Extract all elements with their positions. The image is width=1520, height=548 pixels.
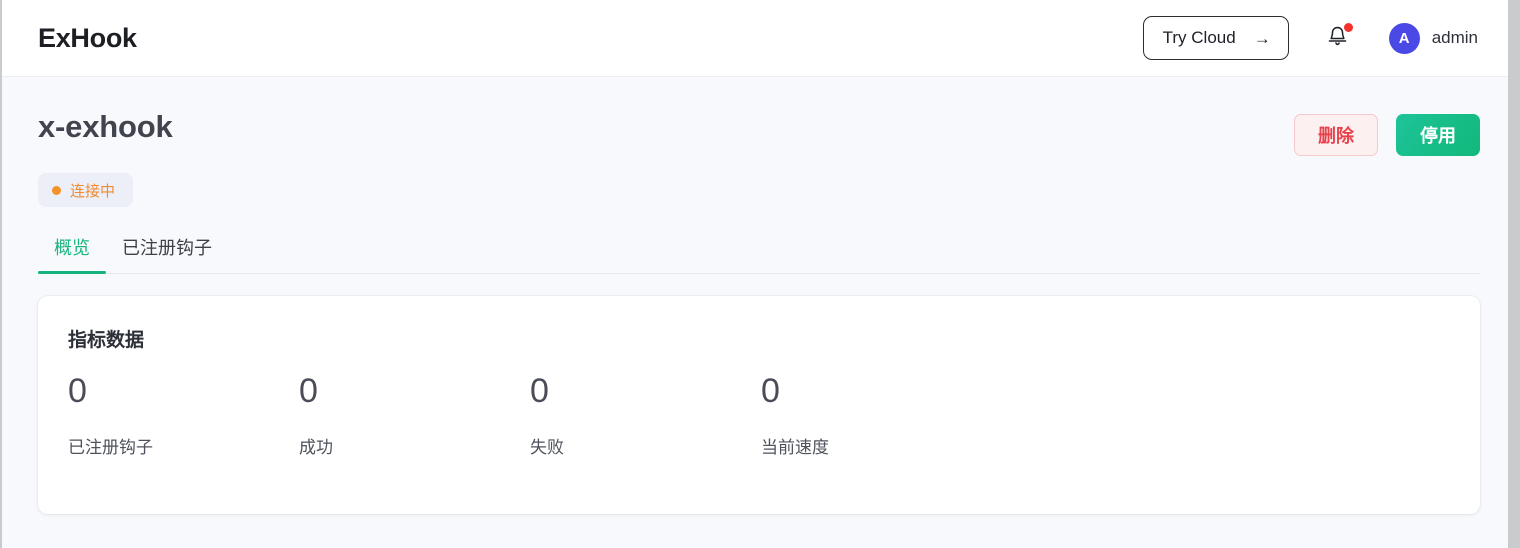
status-badge: 连接中 xyxy=(38,173,134,207)
metric-item: 0 成功 xyxy=(299,371,530,458)
metric-value: 0 xyxy=(530,372,549,410)
app-logo-text: ExHook xyxy=(38,22,137,53)
metric-label: 失败 xyxy=(530,437,564,457)
metric-item: 0 当前速度 xyxy=(761,371,992,458)
try-cloud-button[interactable]: Try Cloud → xyxy=(1142,16,1289,60)
top-header-bar: ExHook Try Cloud → A admin xyxy=(2,0,1508,77)
metric-item: 0 失败 xyxy=(530,371,761,458)
metric-label: 当前速度 xyxy=(761,437,829,457)
page-content: x-exhook 删除 停用 连接中 概览 已注册钩子 指标数据 0 已注册钩子… xyxy=(2,77,1508,514)
disable-button[interactable]: 停用 xyxy=(1396,114,1480,156)
metrics-card-title: 指标数据 xyxy=(68,330,145,351)
metric-label: 成功 xyxy=(299,437,333,457)
page-action-buttons: 删除 停用 xyxy=(1294,110,1480,156)
metric-value: 0 xyxy=(68,372,87,410)
status-badge-label: 连接中 xyxy=(70,182,116,200)
arrow-right-icon: → xyxy=(1253,28,1271,48)
page-title: x-exhook xyxy=(38,109,173,144)
status-dot-icon xyxy=(52,185,61,195)
screenshot-viewport: ExHook Try Cloud → A admin x-exhook 删除 停… xyxy=(0,0,1520,548)
metric-item: 0 已注册钩子 xyxy=(68,371,299,458)
avatar: A xyxy=(1388,22,1420,54)
metrics-card: 指标数据 0 已注册钩子 0 成功 0 失败 0 当前速度 xyxy=(38,296,1480,514)
header-actions: Try Cloud → A admin xyxy=(1142,16,1478,60)
application-root: ExHook Try Cloud → A admin x-exhook 删除 停… xyxy=(2,0,1508,548)
tab-bar: 概览 已注册钩子 xyxy=(38,234,1480,274)
metric-label: 已注册钩子 xyxy=(68,437,153,457)
tab-overview[interactable]: 概览 xyxy=(38,234,106,274)
delete-button[interactable]: 删除 xyxy=(1294,114,1378,156)
notification-badge-dot xyxy=(1343,23,1353,32)
metric-value: 0 xyxy=(299,372,318,410)
page-title-row: x-exhook 删除 停用 xyxy=(38,77,1480,156)
try-cloud-label: Try Cloud xyxy=(1162,28,1236,47)
username-label: admin xyxy=(1431,28,1478,47)
notifications-button[interactable] xyxy=(1323,23,1353,53)
metric-value: 0 xyxy=(761,372,780,410)
user-menu[interactable]: A admin xyxy=(1388,22,1478,54)
window-scrollbar-gutter[interactable] xyxy=(1508,0,1520,548)
metrics-list: 0 已注册钩子 0 成功 0 失败 0 当前速度 xyxy=(68,371,1448,458)
tab-registered-hooks[interactable]: 已注册钩子 xyxy=(106,234,228,273)
